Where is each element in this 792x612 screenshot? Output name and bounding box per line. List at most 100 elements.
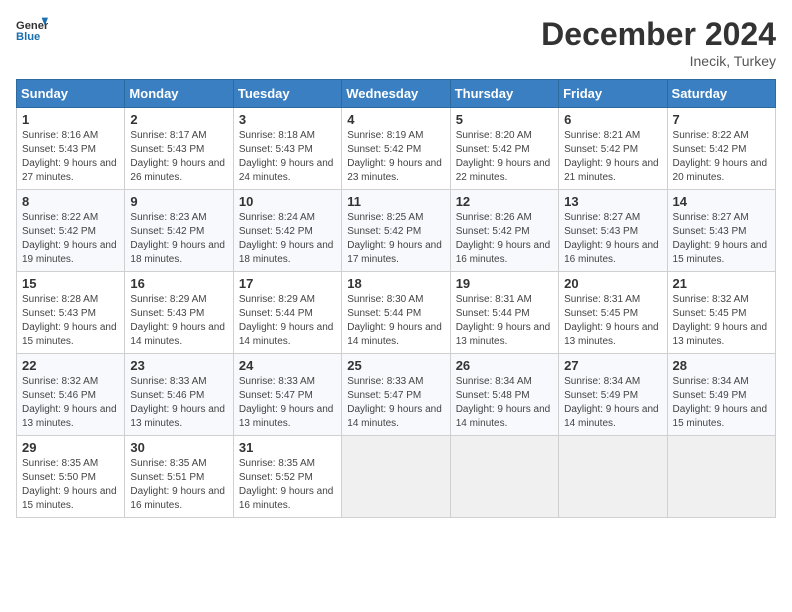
day-info: Sunrise: 8:20 AMSunset: 5:42 PMDaylight:…: [456, 130, 551, 183]
day-number: 2: [130, 112, 227, 127]
day-info: Sunrise: 8:31 AMSunset: 5:45 PMDaylight:…: [564, 294, 659, 347]
day-info: Sunrise: 8:33 AMSunset: 5:47 PMDaylight:…: [239, 376, 334, 429]
calendar-cell: 21 Sunrise: 8:32 AMSunset: 5:45 PMDaylig…: [667, 272, 775, 354]
weekday-header-saturday: Saturday: [667, 80, 775, 108]
day-info: Sunrise: 8:18 AMSunset: 5:43 PMDaylight:…: [239, 130, 334, 183]
day-info: Sunrise: 8:25 AMSunset: 5:42 PMDaylight:…: [347, 212, 442, 265]
calendar-week-row: 8 Sunrise: 8:22 AMSunset: 5:42 PMDayligh…: [17, 190, 776, 272]
calendar-cell: 2 Sunrise: 8:17 AMSunset: 5:43 PMDayligh…: [125, 108, 233, 190]
day-number: 26: [456, 358, 553, 373]
day-number: 3: [239, 112, 336, 127]
calendar-cell: 15 Sunrise: 8:28 AMSunset: 5:43 PMDaylig…: [17, 272, 125, 354]
day-number: 7: [673, 112, 770, 127]
day-info: Sunrise: 8:23 AMSunset: 5:42 PMDaylight:…: [130, 212, 225, 265]
calendar-cell: 26 Sunrise: 8:34 AMSunset: 5:48 PMDaylig…: [450, 354, 558, 436]
day-info: Sunrise: 8:21 AMSunset: 5:42 PMDaylight:…: [564, 130, 659, 183]
calendar-cell: 25 Sunrise: 8:33 AMSunset: 5:47 PMDaylig…: [342, 354, 450, 436]
day-number: 14: [673, 194, 770, 209]
location-title: Inecik, Turkey: [541, 53, 776, 69]
day-info: Sunrise: 8:19 AMSunset: 5:42 PMDaylight:…: [347, 130, 442, 183]
weekday-header-monday: Monday: [125, 80, 233, 108]
calendar-cell: 12 Sunrise: 8:26 AMSunset: 5:42 PMDaylig…: [450, 190, 558, 272]
calendar-cell: 11 Sunrise: 8:25 AMSunset: 5:42 PMDaylig…: [342, 190, 450, 272]
calendar-cell: 10 Sunrise: 8:24 AMSunset: 5:42 PMDaylig…: [233, 190, 341, 272]
day-number: 16: [130, 276, 227, 291]
day-info: Sunrise: 8:22 AMSunset: 5:42 PMDaylight:…: [673, 130, 768, 183]
day-number: 22: [22, 358, 119, 373]
day-number: 27: [564, 358, 661, 373]
weekday-header-tuesday: Tuesday: [233, 80, 341, 108]
day-info: Sunrise: 8:27 AMSunset: 5:43 PMDaylight:…: [564, 212, 659, 265]
day-number: 30: [130, 440, 227, 455]
weekday-header-thursday: Thursday: [450, 80, 558, 108]
day-number: 1: [22, 112, 119, 127]
day-info: Sunrise: 8:16 AMSunset: 5:43 PMDaylight:…: [22, 130, 117, 183]
svg-text:Blue: Blue: [16, 31, 40, 43]
day-number: 9: [130, 194, 227, 209]
calendar-cell: 13 Sunrise: 8:27 AMSunset: 5:43 PMDaylig…: [559, 190, 667, 272]
day-number: 28: [673, 358, 770, 373]
calendar-cell: 20 Sunrise: 8:31 AMSunset: 5:45 PMDaylig…: [559, 272, 667, 354]
day-info: Sunrise: 8:34 AMSunset: 5:49 PMDaylight:…: [673, 376, 768, 429]
day-number: 24: [239, 358, 336, 373]
calendar-cell: 27 Sunrise: 8:34 AMSunset: 5:49 PMDaylig…: [559, 354, 667, 436]
calendar-cell: 29 Sunrise: 8:35 AMSunset: 5:50 PMDaylig…: [17, 436, 125, 518]
day-number: 18: [347, 276, 444, 291]
calendar-cell: 8 Sunrise: 8:22 AMSunset: 5:42 PMDayligh…: [17, 190, 125, 272]
page-header: General Blue December 2024 Inecik, Turke…: [16, 16, 776, 69]
day-number: 25: [347, 358, 444, 373]
day-info: Sunrise: 8:32 AMSunset: 5:46 PMDaylight:…: [22, 376, 117, 429]
day-info: Sunrise: 8:33 AMSunset: 5:47 PMDaylight:…: [347, 376, 442, 429]
day-info: Sunrise: 8:31 AMSunset: 5:44 PMDaylight:…: [456, 294, 551, 347]
day-info: Sunrise: 8:30 AMSunset: 5:44 PMDaylight:…: [347, 294, 442, 347]
calendar-cell: 9 Sunrise: 8:23 AMSunset: 5:42 PMDayligh…: [125, 190, 233, 272]
day-number: 11: [347, 194, 444, 209]
day-number: 17: [239, 276, 336, 291]
calendar-cell: 23 Sunrise: 8:33 AMSunset: 5:46 PMDaylig…: [125, 354, 233, 436]
calendar-week-row: 29 Sunrise: 8:35 AMSunset: 5:50 PMDaylig…: [17, 436, 776, 518]
title-area: December 2024 Inecik, Turkey: [541, 16, 776, 69]
day-info: Sunrise: 8:29 AMSunset: 5:43 PMDaylight:…: [130, 294, 225, 347]
day-number: 10: [239, 194, 336, 209]
month-title: December 2024: [541, 16, 776, 53]
day-number: 31: [239, 440, 336, 455]
weekday-header-wednesday: Wednesday: [342, 80, 450, 108]
logo: General Blue: [16, 16, 48, 44]
day-info: Sunrise: 8:35 AMSunset: 5:51 PMDaylight:…: [130, 458, 225, 511]
calendar-cell: 24 Sunrise: 8:33 AMSunset: 5:47 PMDaylig…: [233, 354, 341, 436]
calendar-cell: 14 Sunrise: 8:27 AMSunset: 5:43 PMDaylig…: [667, 190, 775, 272]
calendar-cell: 19 Sunrise: 8:31 AMSunset: 5:44 PMDaylig…: [450, 272, 558, 354]
day-info: Sunrise: 8:35 AMSunset: 5:50 PMDaylight:…: [22, 458, 117, 511]
day-number: 19: [456, 276, 553, 291]
day-info: Sunrise: 8:33 AMSunset: 5:46 PMDaylight:…: [130, 376, 225, 429]
day-info: Sunrise: 8:17 AMSunset: 5:43 PMDaylight:…: [130, 130, 225, 183]
calendar-cell: 31 Sunrise: 8:35 AMSunset: 5:52 PMDaylig…: [233, 436, 341, 518]
day-number: 5: [456, 112, 553, 127]
day-info: Sunrise: 8:35 AMSunset: 5:52 PMDaylight:…: [239, 458, 334, 511]
calendar-cell: 5 Sunrise: 8:20 AMSunset: 5:42 PMDayligh…: [450, 108, 558, 190]
weekday-header-friday: Friday: [559, 80, 667, 108]
day-number: 20: [564, 276, 661, 291]
day-number: 13: [564, 194, 661, 209]
day-info: Sunrise: 8:26 AMSunset: 5:42 PMDaylight:…: [456, 212, 551, 265]
calendar-cell: 4 Sunrise: 8:19 AMSunset: 5:42 PMDayligh…: [342, 108, 450, 190]
calendar-week-row: 22 Sunrise: 8:32 AMSunset: 5:46 PMDaylig…: [17, 354, 776, 436]
calendar-cell: 16 Sunrise: 8:29 AMSunset: 5:43 PMDaylig…: [125, 272, 233, 354]
day-info: Sunrise: 8:22 AMSunset: 5:42 PMDaylight:…: [22, 212, 117, 265]
day-number: 8: [22, 194, 119, 209]
calendar-cell: 18 Sunrise: 8:30 AMSunset: 5:44 PMDaylig…: [342, 272, 450, 354]
calendar-cell: [667, 436, 775, 518]
calendar-cell: [559, 436, 667, 518]
calendar-table: SundayMondayTuesdayWednesdayThursdayFrid…: [16, 79, 776, 518]
logo-icon: General Blue: [16, 16, 48, 44]
day-info: Sunrise: 8:24 AMSunset: 5:42 PMDaylight:…: [239, 212, 334, 265]
day-number: 12: [456, 194, 553, 209]
weekday-header-sunday: Sunday: [17, 80, 125, 108]
calendar-cell: 6 Sunrise: 8:21 AMSunset: 5:42 PMDayligh…: [559, 108, 667, 190]
calendar-cell: [342, 436, 450, 518]
calendar-cell: 22 Sunrise: 8:32 AMSunset: 5:46 PMDaylig…: [17, 354, 125, 436]
day-info: Sunrise: 8:32 AMSunset: 5:45 PMDaylight:…: [673, 294, 768, 347]
day-info: Sunrise: 8:34 AMSunset: 5:48 PMDaylight:…: [456, 376, 551, 429]
calendar-cell: 17 Sunrise: 8:29 AMSunset: 5:44 PMDaylig…: [233, 272, 341, 354]
weekday-header-row: SundayMondayTuesdayWednesdayThursdayFrid…: [17, 80, 776, 108]
